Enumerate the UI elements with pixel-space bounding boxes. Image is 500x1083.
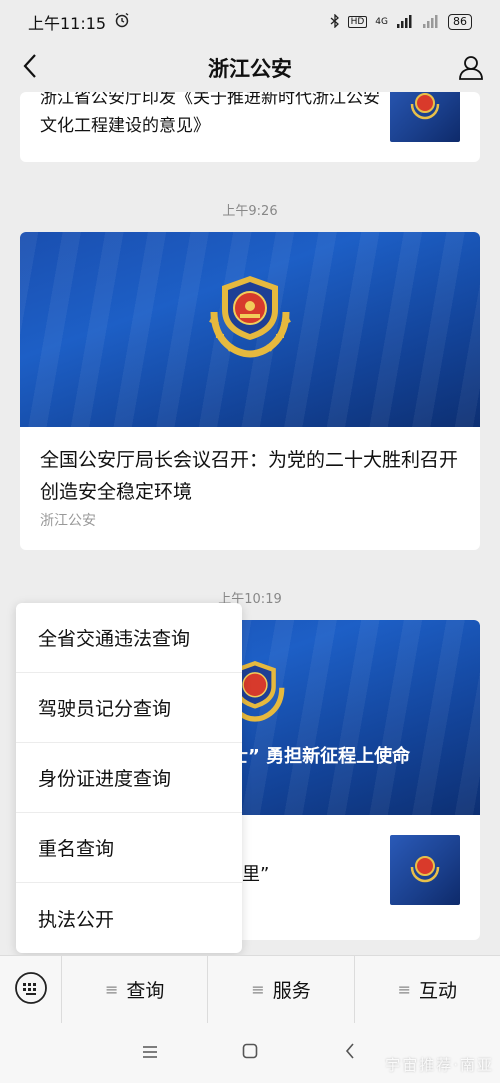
- menu-icon: [142, 1044, 158, 1063]
- police-emblem-icon: [204, 272, 296, 362]
- menu-tab-query[interactable]: ≡ 查询: [62, 955, 209, 1024]
- menu-tab-interact[interactable]: ≡ 互动: [355, 956, 500, 1024]
- hd-icon: HD: [347, 16, 368, 28]
- system-back-button[interactable]: [330, 1033, 370, 1073]
- bluetooth-icon: [330, 12, 340, 31]
- official-account-menu: ≡ 查询 ≡ 服务 ≡ 互动: [0, 955, 500, 1024]
- police-emblem-icon: [408, 92, 442, 124]
- article-thumbnail: [390, 92, 460, 142]
- watermark: 宇宙推荐·南亚: [385, 1056, 494, 1074]
- recent-apps-button[interactable]: [130, 1033, 170, 1073]
- menu-item-traffic-violation[interactable]: 全省交通违法查询: [16, 603, 242, 673]
- profile-button[interactable]: [454, 52, 488, 86]
- nav-bar: 浙江公安: [0, 44, 500, 92]
- network-type: 4G: [375, 17, 388, 27]
- home-button[interactable]: [230, 1033, 270, 1073]
- menu-icon: ≡: [251, 980, 265, 999]
- article-source: 浙江公安: [40, 513, 96, 529]
- article-thumbnail: [390, 835, 460, 905]
- menu-tab-label: 查询: [126, 980, 165, 1002]
- message-timestamp: 上午9:26: [222, 204, 278, 219]
- battery-indicator: 86: [448, 14, 472, 30]
- article-title: 浙江省公安厅印发《关于推进新时代浙江公安文化工程建设的意见》: [40, 92, 380, 136]
- article-title: 全国公安厅局长会议召开：为党的二十大胜利召开创造安全稳定环境: [40, 449, 459, 503]
- query-submenu: 全省交通违法查询 驾驶员记分查询 身份证进度查询 重名查询 执法公开: [16, 603, 242, 953]
- menu-item-driver-points[interactable]: 驾驶员记分查询: [16, 673, 242, 743]
- menu-item-id-card-progress[interactable]: 身份证进度查询: [16, 743, 242, 813]
- profile-icon: [457, 53, 485, 85]
- cover-headline: 士” 勇担新征程上使命: [230, 746, 411, 767]
- keyboard-toggle-button[interactable]: [0, 955, 62, 1024]
- home-icon: [242, 1043, 258, 1063]
- article-subtitle: 里”: [242, 864, 270, 885]
- menu-tab-label: 互动: [419, 980, 458, 1002]
- page-title: 浙江公安: [208, 57, 292, 81]
- alarm-icon: [114, 12, 130, 32]
- article-cover-image: [20, 232, 480, 427]
- menu-icon: ≡: [397, 980, 412, 999]
- back-button[interactable]: [14, 52, 46, 84]
- menu-icon: ≡: [104, 980, 119, 999]
- back-arrow-icon: [345, 1043, 355, 1063]
- signal-icon-2: [422, 14, 440, 31]
- keyboard-icon: [14, 971, 48, 1009]
- article-card-previous[interactable]: 浙江省公安厅印发《关于推进新时代浙江公安文化工程建设的意见》: [20, 92, 480, 162]
- status-time: 上午11:15: [28, 14, 107, 33]
- status-bar: 上午11:15 HD 4G 86: [0, 0, 500, 44]
- article-card[interactable]: 全国公安厅局长会议召开：为党的二十大胜利召开创造安全稳定环境 浙江公安: [20, 232, 480, 550]
- menu-tab-service[interactable]: ≡ 服务: [208, 955, 355, 1024]
- police-emblem-icon: [408, 853, 442, 887]
- back-arrow-icon: [22, 53, 38, 83]
- menu-tab-label: 服务: [272, 980, 311, 1002]
- menu-item-name-duplicate[interactable]: 重名查询: [16, 813, 242, 883]
- menu-item-law-enforcement[interactable]: 执法公开: [16, 883, 242, 953]
- signal-icon: [396, 14, 414, 31]
